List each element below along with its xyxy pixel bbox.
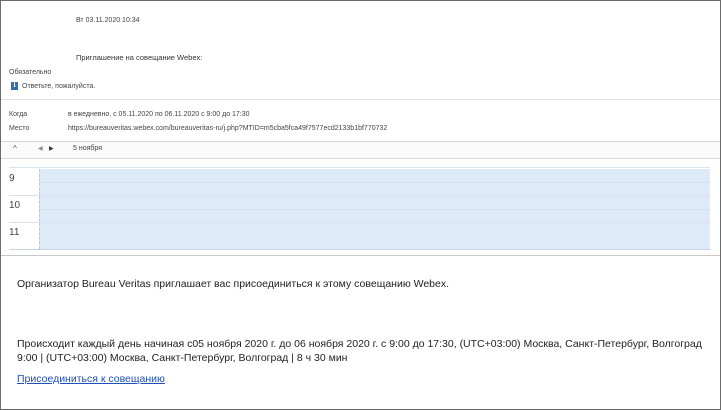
reply-prompt-text: Ответьте, пожалуйста.: [22, 82, 96, 90]
calendar-grid-top-line: [9, 167, 710, 168]
calendar-nav-bar: ^ ◀ ▶ 5 ноября: [1, 141, 720, 159]
calendar-hour-row[interactable]: 10: [9, 196, 710, 223]
recurrence-text: Происходит каждый день начиная с05 ноябр…: [17, 338, 702, 364]
hour-label: 10: [9, 200, 21, 211]
where-label: Место: [9, 125, 30, 132]
half-hour-line: [39, 182, 710, 183]
required-label: Обязательно: [9, 69, 52, 76]
header-divider: [1, 99, 720, 100]
sent-date: Вт 03.11.2020 10:34: [76, 17, 140, 24]
previous-day-icon[interactable]: ◀: [38, 145, 43, 152]
hour-label: 9: [9, 173, 15, 184]
calendar-divider: [1, 255, 720, 256]
time-slot[interactable]: [39, 223, 710, 249]
when-value: в ежедневно, с 05.11.2020 по 06.11.2020 …: [68, 111, 250, 118]
calendar-hour-row[interactable]: 9: [9, 169, 710, 196]
calendar-current-date: 5 ноября: [73, 145, 103, 152]
calendar-hour-row[interactable]: 11: [9, 223, 710, 250]
collapse-calendar-icon[interactable]: ^: [13, 144, 17, 153]
calendar-day-grid: 9 10 11: [9, 169, 710, 251]
next-day-icon[interactable]: ▶: [49, 145, 54, 152]
join-meeting-link[interactable]: Присоединиться к совещанию: [17, 373, 165, 385]
meeting-subject: Приглашение на совещание Webex:: [76, 53, 203, 62]
info-icon: i: [11, 82, 18, 90]
reply-prompt: i Ответьте, пожалуйста.: [11, 82, 95, 90]
when-label: Когда: [9, 111, 28, 118]
organizer-invitation-text: Организатор Bureau Veritas приглашает ва…: [17, 278, 450, 290]
hour-label: 11: [9, 227, 20, 238]
half-hour-line: [39, 209, 710, 210]
where-value[interactable]: https://bureauveritas.webex.com/bureauve…: [68, 125, 387, 132]
meeting-invite-window: Вт 03.11.2020 10:34 Приглашение на совещ…: [0, 0, 721, 410]
